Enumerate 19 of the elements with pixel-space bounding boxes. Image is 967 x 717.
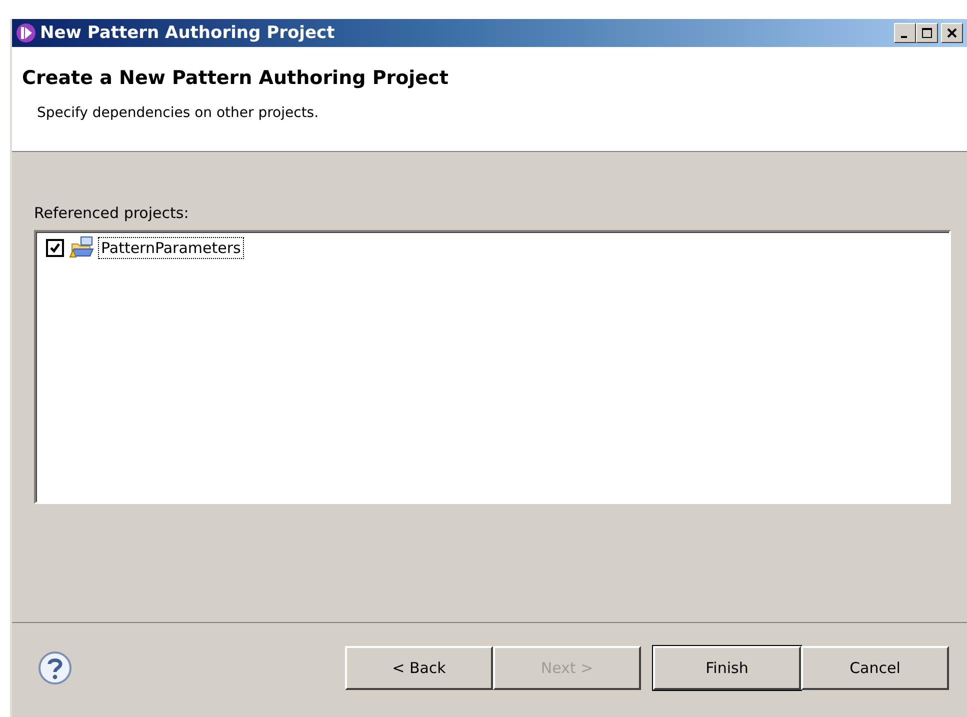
close-icon — [947, 28, 957, 38]
project-item[interactable]: PatternParameters — [98, 237, 244, 259]
maximize-icon — [922, 28, 932, 38]
dialog-button[interactable]: Finish — [653, 646, 801, 690]
check-icon — [49, 242, 61, 254]
project-folder-icon — [68, 236, 94, 260]
list-label: Referenced projects: — [34, 204, 190, 222]
page-title: Create a New Pattern Authoring Project — [22, 67, 450, 89]
checkbox[interactable] — [46, 239, 64, 257]
dialog-button[interactable]: Cancel — [801, 646, 949, 690]
dialog-button[interactable]: < Back — [345, 646, 493, 690]
minimize-button[interactable] — [894, 23, 916, 43]
help-icon[interactable] — [38, 651, 72, 685]
close-button[interactable] — [941, 23, 963, 43]
window-title: New Pattern Authoring Project — [40, 23, 335, 43]
app-icon — [16, 23, 36, 43]
page-description: Specify dependencies on other projects. — [37, 105, 320, 121]
maximize-button[interactable] — [916, 23, 938, 43]
minimize-icon — [900, 36, 906, 38]
